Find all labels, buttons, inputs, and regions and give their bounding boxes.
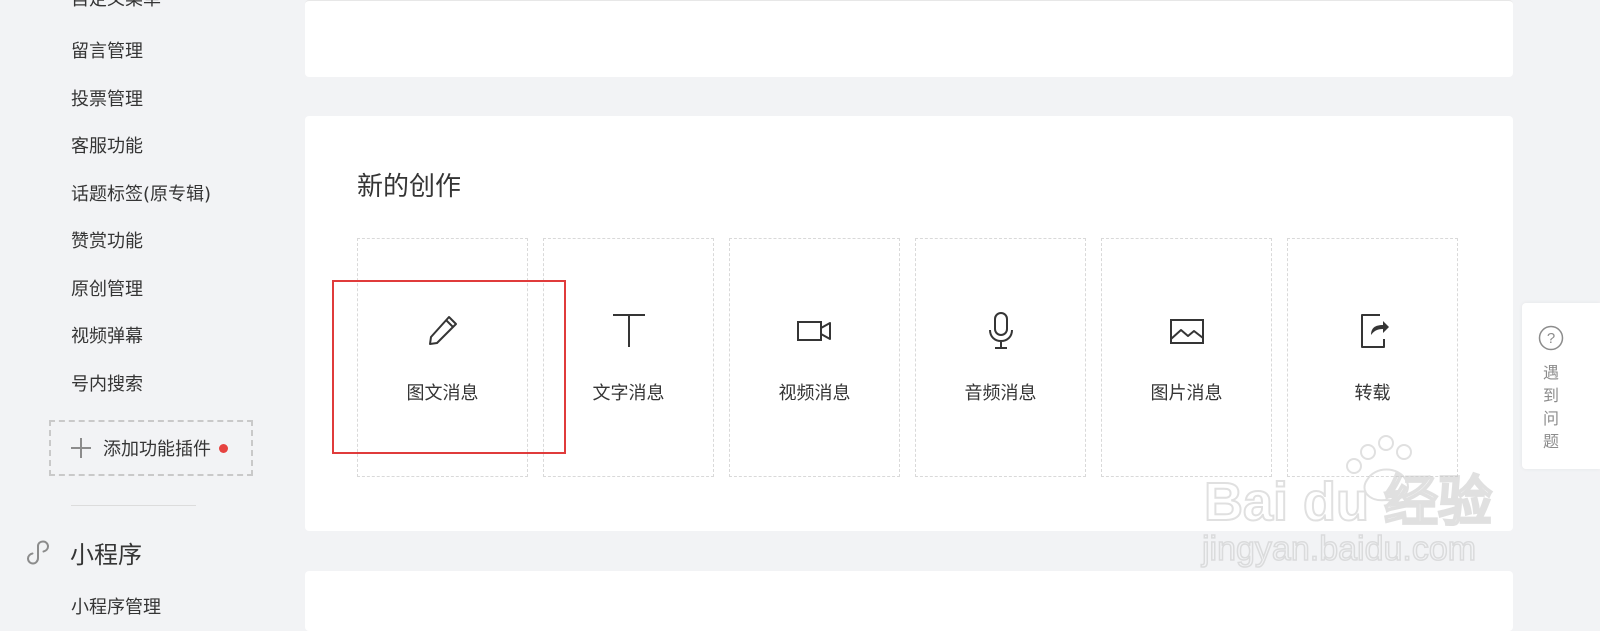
new-creation-title: 新的创作 [357,172,462,202]
video-camera-icon [796,321,831,341]
sidebar-item-rewards[interactable]: 赞赏功能 [71,230,143,254]
tile-label: 文字消息 [592,383,665,404]
sidebar-item-custom-menu[interactable]: 自定义菜单 [71,0,161,12]
sidebar-item-comments[interactable]: 留言管理 [71,40,143,64]
tile-label: 转载 [1354,383,1391,404]
sidebar-item-mini-program-manage[interactable]: 小程序管理 [71,596,161,620]
sidebar: 自定义菜单 留言管理 投票管理 客服功能 话题标签(原专辑) 赞赏功能 原创管理… [0,0,300,618]
tile-label: 图片消息 [1150,383,1223,404]
create-image-tile[interactable]: 图片消息 [1101,238,1272,477]
sidebar-item-customer-service[interactable]: 客服功能 [71,135,143,159]
notification-dot [219,443,228,453]
mini-program-icon [26,539,50,565]
help-panel[interactable]: ? 遇到问题 [1522,303,1600,469]
create-article-tile[interactable]: 图文消息 [357,238,528,477]
share-icon [1360,314,1389,348]
create-audio-tile[interactable]: 音频消息 [915,238,1086,477]
text-t-icon [612,314,645,347]
create-repost-tile[interactable]: 转载 [1287,238,1458,477]
tile-label: 音频消息 [964,383,1037,404]
watermark-url: jingyan.baidu.com [1201,530,1476,568]
add-plugin-label: 添加功能插件 [103,439,211,460]
sidebar-section-mini-program[interactable]: 小程序 [26,535,142,570]
tile-label: 图文消息 [406,383,479,404]
create-text-tile[interactable]: 文字消息 [543,238,714,477]
top-card [305,0,1513,77]
mini-program-label: 小程序 [70,541,142,569]
add-plugin-button[interactable]: 添加功能插件 [49,420,253,476]
sidebar-item-votes[interactable]: 投票管理 [71,88,143,112]
tile-label: 视频消息 [778,383,851,404]
sidebar-item-video-danmaku[interactable]: 视频弹幕 [71,325,143,349]
bottom-card [305,571,1513,631]
help-question-icon: ? [1538,325,1564,351]
sidebar-item-search[interactable]: 号内搜索 [71,373,143,397]
plus-icon [71,438,91,458]
sidebar-item-topic-tags[interactable]: 话题标签(原专辑) [71,183,211,207]
create-video-tile[interactable]: 视频消息 [729,238,900,477]
help-label: 遇到问题 [1542,363,1559,451]
image-icon [1169,319,1204,344]
svg-text:?: ? [1547,330,1555,347]
microphone-icon [988,312,1013,349]
pencil-icon [428,316,457,345]
sidebar-item-original[interactable]: 原创管理 [71,278,143,302]
sidebar-divider [71,505,196,506]
